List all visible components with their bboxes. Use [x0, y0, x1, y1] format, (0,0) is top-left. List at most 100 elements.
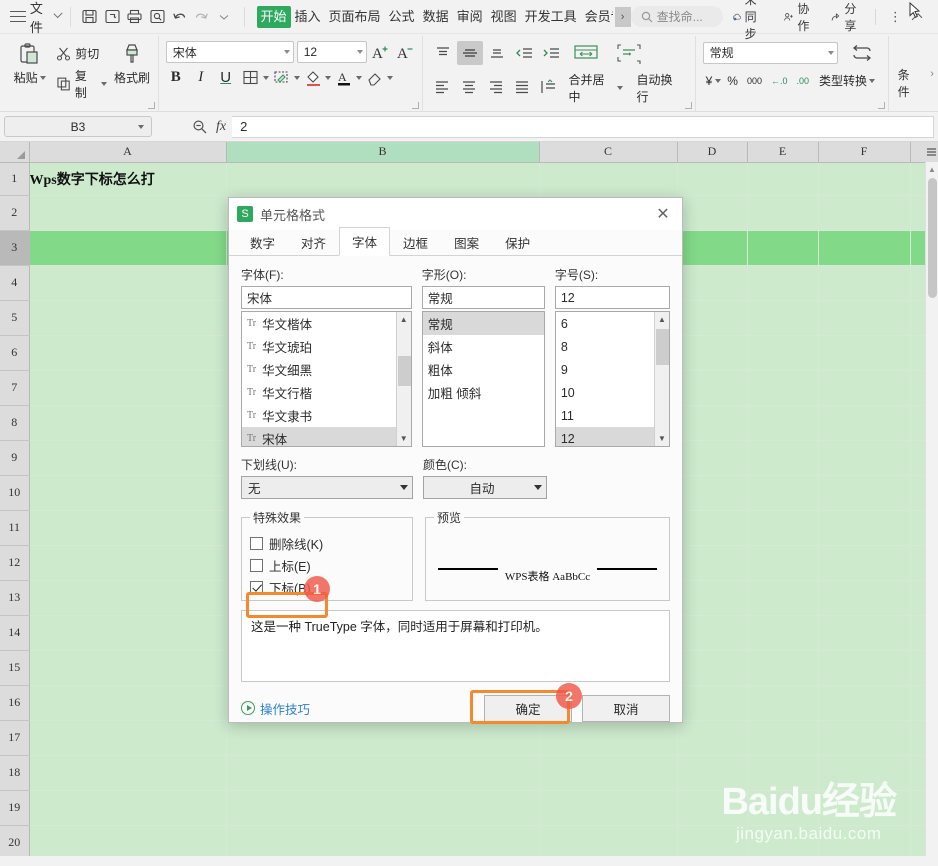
cell-E8[interactable]	[747, 405, 819, 441]
row-header-8[interactable]: 8	[0, 405, 30, 441]
cell-F13[interactable]	[818, 580, 911, 616]
row-header-17[interactable]: 17	[0, 720, 30, 756]
cell-D15[interactable]	[677, 650, 748, 686]
cell-B18[interactable]	[226, 755, 540, 791]
cell-F17[interactable]	[818, 720, 911, 756]
column-header-e[interactable]: E	[747, 142, 819, 163]
cell-D2[interactable]	[677, 195, 748, 231]
cell-D14[interactable]	[677, 615, 748, 651]
cell-D8[interactable]	[677, 405, 748, 441]
number-dialog-launcher[interactable]	[877, 102, 885, 109]
type-convert-button[interactable]: 类型转换	[815, 72, 879, 89]
cell-A7[interactable]	[29, 370, 227, 406]
cell-A17[interactable]	[29, 720, 227, 756]
font-list-scroll-up[interactable]: ▲	[396, 312, 411, 327]
row-header-2[interactable]: 2	[0, 195, 30, 231]
font-listbox[interactable]: Tr 华文楷体 Tr 华文琥珀 Tr 华文细黑 Tr 华文行楷 Tr 华文隶书 Tr 宋体 ▲ ▼	[241, 311, 412, 447]
alignment-dialog-launcher[interactable]	[684, 102, 692, 109]
cell-C18[interactable]	[539, 755, 678, 791]
font-style-input[interactable]: 常规	[421, 286, 545, 309]
cell-A6[interactable]	[29, 335, 227, 371]
dialog-tab-font[interactable]: 字体	[339, 227, 391, 256]
style-option-2[interactable]: 粗体	[423, 358, 544, 381]
font-name-input[interactable]: 宋体	[241, 286, 412, 309]
save-as-icon[interactable]	[101, 5, 123, 29]
increase-decimal-button[interactable]: .00	[794, 69, 813, 92]
clear-format-button[interactable]	[363, 66, 393, 89]
cell-E13[interactable]	[747, 580, 819, 616]
cell-F3[interactable]	[818, 230, 911, 266]
row-header-13[interactable]: 13	[0, 580, 30, 616]
cell-F7[interactable]	[818, 370, 911, 406]
cell-E2[interactable]	[747, 195, 819, 231]
dialog-tab-number[interactable]: 数字	[237, 228, 288, 256]
cell-E12[interactable]	[747, 545, 819, 581]
dialog-tab-alignment[interactable]: 对齐	[288, 228, 339, 256]
font-color-button[interactable]: A	[332, 66, 362, 89]
cell-A18[interactable]	[29, 755, 227, 791]
superscript-checkbox[interactable]: 上标(E)	[250, 554, 404, 576]
size-list-scrollbar[interactable]: ▲ ▼	[654, 312, 669, 446]
row-header-3[interactable]: 3	[0, 230, 30, 266]
decrease-font-size-button[interactable]: A	[395, 41, 417, 63]
cell-F4[interactable]	[818, 265, 911, 301]
align-middle-button[interactable]	[456, 41, 483, 65]
decrease-decimal-button[interactable]: ←.0	[768, 69, 791, 92]
increase-font-size-button[interactable]: A	[370, 41, 392, 63]
align-center-button[interactable]	[456, 75, 482, 99]
save-icon[interactable]	[78, 5, 100, 29]
more-options-button[interactable]: ⋮	[883, 10, 908, 23]
row-header-6[interactable]: 6	[0, 335, 30, 371]
scroll-up-arrow[interactable]: ▲	[926, 162, 938, 176]
cell-F6[interactable]	[818, 335, 911, 371]
tab-view[interactable]: 视图	[487, 6, 521, 28]
cell-E1[interactable]	[747, 162, 819, 196]
cell-E10[interactable]	[747, 475, 819, 511]
clipboard-dialog-launcher[interactable]	[147, 102, 155, 109]
tab-formula[interactable]: 公式	[385, 6, 419, 28]
format-painter-button[interactable]: 格式刷	[111, 40, 152, 86]
customize-toolbar-icon[interactable]	[213, 5, 235, 29]
insert-function-icon[interactable]: fx	[216, 119, 226, 135]
cell-D5[interactable]	[677, 300, 748, 336]
color-select[interactable]: 自动	[423, 476, 547, 499]
comma-style-button[interactable]: 000	[744, 69, 765, 92]
size-option-3[interactable]: 10	[556, 381, 654, 404]
distribute-button[interactable]	[536, 75, 562, 99]
font-option-3[interactable]: Tr 华文行楷	[242, 381, 396, 404]
cell-E3[interactable]	[747, 230, 819, 266]
merge-center-label-wrap[interactable]: 合并居中	[562, 69, 629, 105]
cell-E20[interactable]	[747, 825, 819, 856]
cell-D11[interactable]	[677, 510, 748, 546]
formula-input[interactable]: 2	[232, 115, 934, 138]
cell-F9[interactable]	[818, 440, 911, 476]
chevron-down-icon[interactable]	[53, 9, 64, 19]
cell-F1[interactable]	[818, 162, 911, 196]
row-header-10[interactable]: 10	[0, 475, 30, 511]
cell-A12[interactable]	[29, 545, 227, 581]
cell-A11[interactable]	[29, 510, 227, 546]
cell-F8[interactable]	[818, 405, 911, 441]
align-right-button[interactable]	[483, 75, 509, 99]
cell-D17[interactable]	[677, 720, 748, 756]
row-header-11[interactable]: 11	[0, 510, 30, 546]
row-header-9[interactable]: 9	[0, 440, 30, 476]
cell-F5[interactable]	[818, 300, 911, 336]
cell-C1[interactable]	[539, 162, 678, 196]
cell-B19[interactable]	[226, 790, 540, 826]
cell-A2[interactable]	[29, 195, 227, 231]
cell-F11[interactable]	[818, 510, 911, 546]
wrap-text-button[interactable]	[608, 42, 650, 64]
cut-button[interactable]: 剪切	[54, 44, 109, 63]
cell-E17[interactable]	[747, 720, 819, 756]
size-option-4[interactable]: 11	[556, 404, 654, 427]
align-bottom-button[interactable]	[484, 41, 510, 65]
font-size-combo[interactable]: 12	[296, 41, 367, 63]
tab-developer-tools[interactable]: 开发工具	[521, 6, 581, 28]
borders-button[interactable]	[239, 66, 269, 89]
style-option-3[interactable]: 加粗 倾斜	[423, 381, 544, 404]
cell-E6[interactable]	[747, 335, 819, 371]
column-header-b[interactable]: B	[226, 142, 540, 163]
cell-F12[interactable]	[818, 545, 911, 581]
cell-D18[interactable]	[677, 755, 748, 791]
